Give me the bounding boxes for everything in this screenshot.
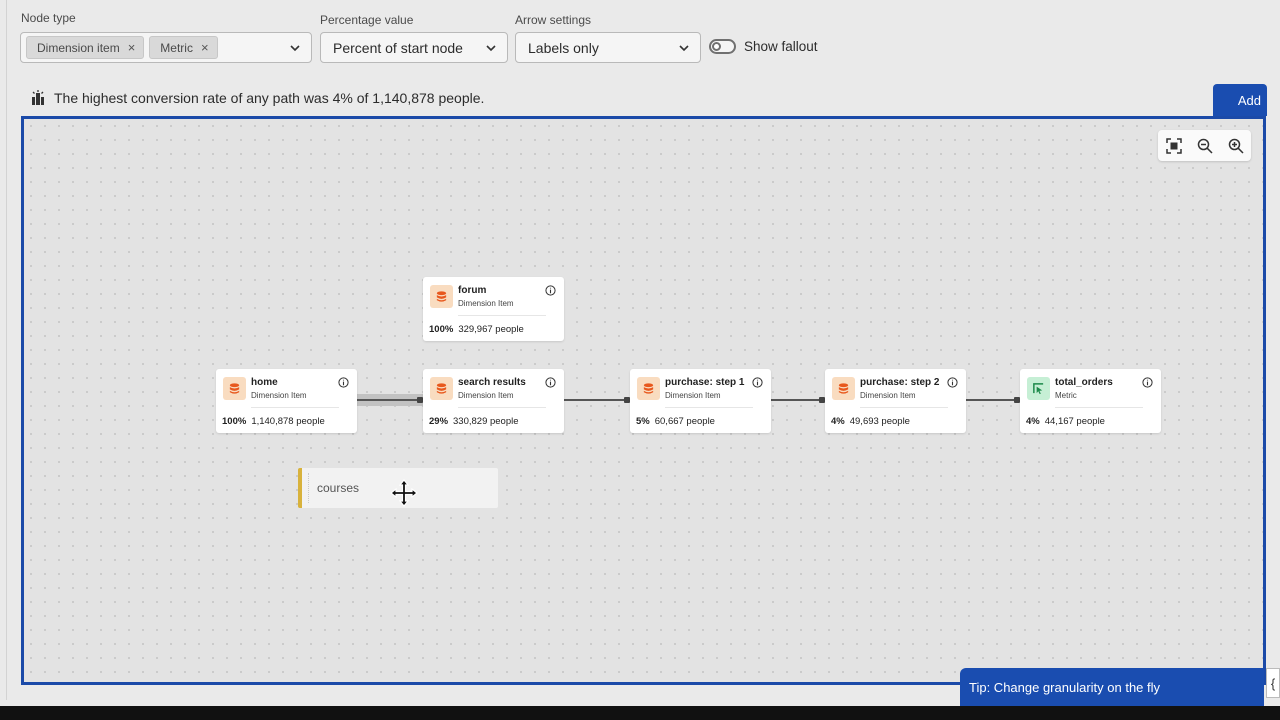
node-people: 330,829 people: [453, 416, 519, 427]
arrow-settings-select[interactable]: Labels only: [515, 32, 701, 63]
dragged-item-label: courses: [317, 481, 360, 495]
info-icon[interactable]: [545, 285, 556, 296]
node-title: home: [251, 377, 278, 388]
node-divider: [251, 407, 339, 408]
node-subtitle: Metric: [1055, 391, 1077, 400]
node-percent: 29%: [429, 416, 449, 427]
info-icon[interactable]: [545, 377, 556, 388]
arrow-settings-selected: Labels only: [528, 39, 599, 56]
dragged-item-body: courses: [308, 473, 359, 503]
node-percent: 4%: [831, 416, 845, 427]
insight-banner: The highest conversion rate of any path …: [22, 84, 1212, 112]
node-type-tag-dimension-item: Dimension item ×: [26, 36, 145, 59]
zoom-in-icon[interactable]: [1228, 138, 1244, 154]
info-icon[interactable]: [338, 377, 349, 388]
tip-toast[interactable]: Tip: Change granularity on the fly: [960, 668, 1264, 706]
metric-icon: [1027, 377, 1050, 400]
chevron-down-icon: [486, 45, 496, 52]
node-stat: 100% 1,140,878 people: [222, 416, 325, 427]
node-subtitle: Dimension Item: [251, 391, 307, 400]
node-title: purchase: step 2: [860, 377, 940, 388]
add-button[interactable]: Add: [1213, 84, 1267, 116]
node-stat: 29% 330,829 people: [429, 416, 519, 427]
insight-text: The highest conversion rate of any path …: [54, 90, 485, 106]
dimension-icon: [637, 377, 660, 400]
node-title: purchase: step 1: [665, 377, 745, 388]
node-stat: 100% 329,967 people: [429, 324, 524, 335]
node-people: 329,967 people: [458, 324, 524, 335]
node-divider: [458, 407, 546, 408]
node-subtitle: Dimension Item: [860, 391, 916, 400]
chevron-down-icon: [679, 45, 689, 52]
node-people: 1,140,878 people: [251, 416, 325, 427]
flow-node-total-orders[interactable]: total_orders Metric 4% 44,167 people: [1020, 369, 1161, 433]
percentage-value-label: Percentage value: [320, 13, 414, 27]
bottom-bar: [0, 706, 1280, 720]
node-divider: [665, 407, 753, 408]
flow-node-forum[interactable]: forum Dimension Item 100% 329,967 people: [423, 277, 564, 341]
add-button-label: Add: [1237, 92, 1261, 108]
percentage-value-select[interactable]: Percent of start node: [320, 32, 508, 63]
node-divider: [860, 407, 948, 408]
tag-label: Metric: [160, 40, 193, 55]
node-title: search results: [458, 377, 526, 388]
node-people: 49,693 people: [849, 416, 910, 427]
tip-edge-brace: {: [1266, 668, 1280, 698]
show-fallout-label: Show fallout: [744, 39, 818, 54]
flow-node-purchase-step-2[interactable]: purchase: step 2 Dimension Item 4% 49,693…: [825, 369, 966, 433]
node-title: total_orders: [1055, 377, 1113, 388]
dimension-icon: [430, 285, 453, 308]
toggle-knob: [712, 42, 721, 51]
dimension-icon: [223, 377, 246, 400]
node-divider: [458, 315, 546, 316]
arrow-settings-label: Arrow settings: [515, 13, 592, 27]
insight-icon: [32, 90, 44, 105]
node-people: 60,667 people: [654, 416, 715, 427]
node-type-label: Node type: [21, 11, 76, 25]
info-icon[interactable]: [752, 377, 763, 388]
node-subtitle: Dimension Item: [458, 299, 514, 308]
dimension-icon: [832, 377, 855, 400]
tip-text: Tip: Change granularity on the fly: [969, 679, 1161, 695]
fit-to-screen-icon[interactable]: [1165, 137, 1182, 154]
show-fallout-toggle[interactable]: [709, 39, 736, 54]
remove-tag-icon[interactable]: ×: [128, 40, 136, 55]
node-people: 44,167 people: [1044, 416, 1105, 427]
node-percent: 100%: [222, 416, 247, 427]
percentage-value-selected: Percent of start node: [333, 39, 463, 56]
node-type-field[interactable]: Dimension item × Metric ×: [20, 32, 312, 63]
info-icon[interactable]: [947, 377, 958, 388]
zoom-out-icon[interactable]: [1197, 138, 1213, 154]
flow-node-purchase-step-1[interactable]: purchase: step 1 Dimension Item 5% 60,667…: [630, 369, 771, 433]
info-icon[interactable]: [1142, 377, 1153, 388]
chevron-down-icon[interactable]: [289, 42, 301, 54]
flow-node-home[interactable]: home Dimension Item 100% 1,140,878 people: [216, 369, 357, 433]
move-cursor-icon: [390, 479, 418, 507]
node-type-tag-metric: Metric ×: [149, 36, 218, 59]
node-stat: 5% 60,667 people: [636, 416, 715, 427]
node-stat: 4% 49,693 people: [831, 416, 910, 427]
node-percent: 5%: [636, 416, 650, 427]
node-stat: 4% 44,167 people: [1026, 416, 1105, 427]
tag-label: Dimension item: [37, 40, 120, 55]
node-subtitle: Dimension Item: [458, 391, 514, 400]
node-percent: 100%: [429, 324, 454, 335]
node-divider: [1055, 407, 1143, 408]
add-button-tab: [1213, 90, 1235, 116]
node-title: forum: [458, 285, 487, 296]
node-percent: 4%: [1026, 416, 1040, 427]
zoom-controls: [1158, 130, 1251, 161]
flow-node-search-results[interactable]: search results Dimension Item 29% 330,829…: [423, 369, 564, 433]
dimension-icon: [430, 377, 453, 400]
node-subtitle: Dimension Item: [665, 391, 721, 400]
remove-tag-icon[interactable]: ×: [201, 40, 209, 55]
